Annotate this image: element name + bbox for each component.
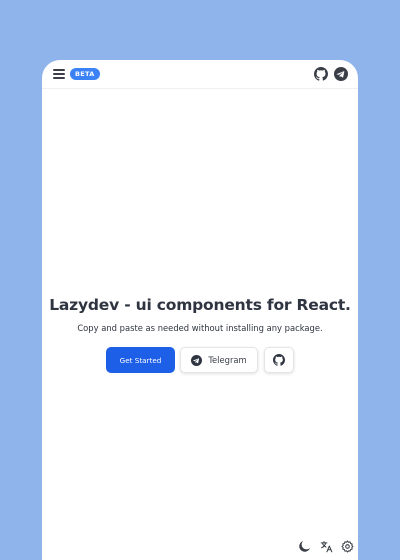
hero-section: Lazydev - ui components for React. Copy … bbox=[42, 296, 358, 333]
telegram-icon bbox=[191, 354, 203, 366]
github-icon bbox=[273, 354, 285, 366]
get-started-button[interactable]: Get Started bbox=[106, 347, 175, 373]
moon-icon[interactable] bbox=[298, 540, 311, 553]
hero-subtitle: Copy and paste as needed without install… bbox=[77, 323, 323, 333]
telegram-button[interactable]: Telegram bbox=[180, 347, 258, 373]
top-bar: BETA bbox=[42, 60, 358, 89]
github-button[interactable] bbox=[264, 347, 294, 373]
hero-title: Lazydev - ui components for React. bbox=[49, 296, 351, 314]
telegram-icon[interactable] bbox=[334, 67, 348, 81]
app-window: BETA Lazydev - ui components for React. … bbox=[42, 60, 358, 560]
get-started-label: Get Started bbox=[119, 355, 162, 365]
github-icon[interactable] bbox=[314, 67, 328, 81]
cta-row: Get Started Telegram bbox=[42, 347, 358, 373]
beta-badge: BETA bbox=[70, 68, 100, 80]
settings-icon[interactable] bbox=[341, 540, 354, 553]
telegram-label: Telegram bbox=[208, 355, 247, 365]
menu-icon[interactable] bbox=[53, 69, 65, 79]
translate-icon[interactable] bbox=[320, 540, 333, 553]
